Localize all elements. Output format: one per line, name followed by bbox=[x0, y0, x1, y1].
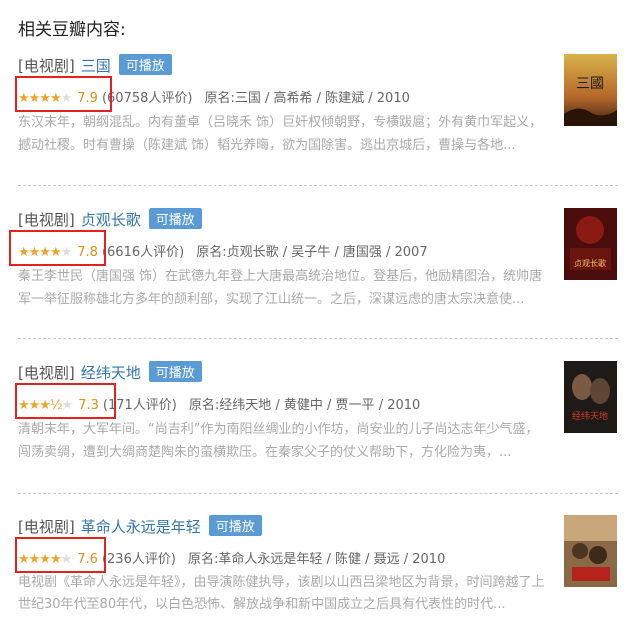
poster-thumbnail[interactable]: 三國 bbox=[564, 54, 617, 126]
item-category: [电视剧] bbox=[18, 364, 75, 382]
playable-badge[interactable]: 可播放 bbox=[148, 208, 202, 229]
poster-thumbnail[interactable]: 贞观长歌 bbox=[564, 208, 617, 280]
highlight-box bbox=[15, 383, 116, 419]
poster-thumbnail[interactable]: 经纬天地 bbox=[564, 361, 617, 433]
original-info: 原名:贞观长歌 / 吴子牛 / 唐国强 / 2007 bbox=[196, 245, 428, 260]
original-info: 原名:三国 / 高希希 / 陈建斌 / 2010 bbox=[204, 91, 410, 106]
divider bbox=[18, 493, 618, 494]
rating-count: (236人评价) bbox=[101, 552, 176, 567]
section-title: 相关豆瓣内容: bbox=[18, 20, 126, 40]
item-description: 秦王李世民（唐国强 饰）在武德九年登上大唐最高统治地位。登基后，他励精图治，统帅… bbox=[18, 269, 543, 307]
rating-count: (60758人评价) bbox=[101, 91, 193, 106]
svg-text:三國: 三國 bbox=[576, 76, 604, 92]
item-title-link[interactable]: 贞观长歌 bbox=[81, 211, 141, 229]
item-category: [电视剧] bbox=[18, 57, 75, 75]
item-header: [电视剧] 贞观长歌 可播放 bbox=[18, 208, 202, 230]
item-title-link[interactable]: 经纬天地 bbox=[81, 364, 141, 382]
highlight-box bbox=[15, 76, 112, 112]
rating-count: (6616人评价) bbox=[101, 245, 185, 260]
item-category: [电视剧] bbox=[18, 211, 75, 229]
item-title-link[interactable]: 革命人永远是年轻 bbox=[81, 518, 201, 536]
item-header: [电视剧] 三国 可播放 bbox=[18, 54, 172, 76]
item-header: [电视剧] 经纬天地 可播放 bbox=[18, 361, 202, 383]
original-info: 原名:经纬天地 / 黄健中 / 贾一平 / 2010 bbox=[188, 398, 421, 413]
item-description: 电视剧《革命人永远是年轻》，由导演陈健执导，该剧以山西吕梁地区为背景，时间跨越了… bbox=[18, 575, 545, 612]
original-info: 原名:革命人永远是年轻 / 陈健 / 聂远 / 2010 bbox=[187, 552, 446, 567]
playable-badge[interactable]: 可播放 bbox=[208, 515, 262, 536]
svg-text:经纬天地: 经纬天地 bbox=[572, 410, 608, 422]
item-category: [电视剧] bbox=[18, 518, 75, 536]
item-description: 清朝末年，大军年间。“尚吉利”作为南阳丝绸业的小作坊，尚安业的儿子尚达志年少气盛… bbox=[18, 422, 539, 460]
highlight-box bbox=[15, 537, 106, 573]
douban-related-panel: 相关豆瓣内容: [电视剧] 三国 可播放 ★★★★★ 7.9 (60758人评价) 原名:… bbox=[0, 0, 640, 633]
divider bbox=[18, 185, 618, 186]
item-title-link[interactable]: 三国 bbox=[81, 57, 111, 75]
poster-thumbnail[interactable] bbox=[564, 515, 617, 587]
divider bbox=[18, 338, 618, 339]
svg-text:贞观长歌: 贞观长歌 bbox=[574, 258, 606, 268]
playable-badge[interactable]: 可播放 bbox=[118, 54, 172, 75]
item-header: [电视剧] 革命人永远是年轻 可播放 bbox=[18, 515, 262, 537]
playable-badge[interactable]: 可播放 bbox=[148, 361, 202, 382]
item-description: 东汉末年，朝纲混乱。内有董卓（吕晓禾 饰）巨奸权倾朝野，专横跋扈；外有黄巾军起义… bbox=[18, 115, 543, 153]
highlight-box bbox=[9, 230, 106, 266]
